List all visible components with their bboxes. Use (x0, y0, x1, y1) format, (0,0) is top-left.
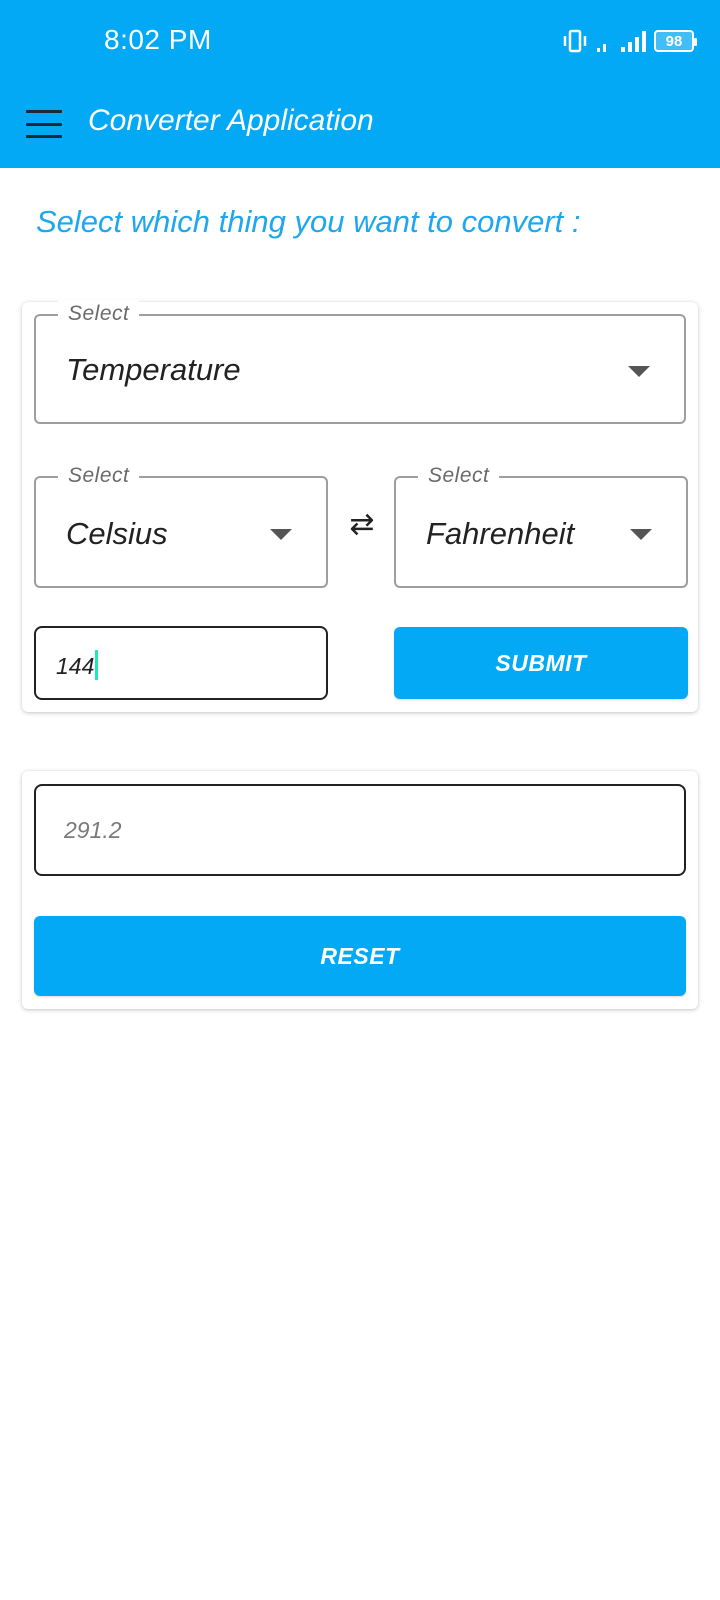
hamburger-menu-icon[interactable] (26, 110, 62, 138)
input-value: 144 (56, 653, 95, 679)
wifi-signal-icon (597, 44, 606, 52)
text-cursor (95, 650, 99, 680)
page-heading: Select which thing you want to convert : (36, 204, 581, 239)
from-unit-select[interactable]: Select Celsius (34, 462, 328, 588)
converter-card: Select Temperature Select Celsius ⇄ Sele… (22, 300, 698, 712)
select-label: Select (58, 462, 140, 490)
submit-button[interactable]: SUBMIT (394, 627, 688, 699)
input-text: 144 (56, 650, 99, 680)
select-label: Select (58, 300, 140, 328)
dropdown-arrow-icon (628, 366, 650, 377)
dropdown-arrow-icon (630, 529, 652, 540)
select-label: Select (418, 462, 500, 490)
app-title: Converter Application (88, 104, 374, 137)
select-value: Fahrenheit (426, 516, 575, 551)
status-time: 8:02 PM (104, 24, 212, 55)
select-value: Temperature (66, 352, 241, 387)
vibrate-icon (563, 29, 587, 53)
app-bar: Converter Application (0, 82, 720, 168)
select-value: Celsius (66, 516, 168, 551)
status-icons: 98 (562, 26, 697, 56)
dropdown-arrow-icon (270, 529, 292, 540)
to-unit-select[interactable]: Select Fahrenheit (394, 462, 688, 588)
battery-level: 98 (665, 32, 683, 50)
result-card: 291.2 RESET (22, 771, 698, 1009)
result-field[interactable]: 291.2 (34, 784, 686, 876)
conversion-type-select[interactable]: Select Temperature (34, 300, 686, 424)
cell-signal-icon (621, 31, 646, 52)
value-input[interactable]: 144 (34, 626, 328, 700)
result-value: 291.2 (64, 817, 122, 843)
swap-arrows-icon[interactable]: ⇄ (344, 507, 380, 543)
status-bar: 8:02 PM 98 (0, 0, 720, 82)
reset-button[interactable]: RESET (34, 916, 686, 996)
battery-icon: 98 (654, 30, 697, 52)
